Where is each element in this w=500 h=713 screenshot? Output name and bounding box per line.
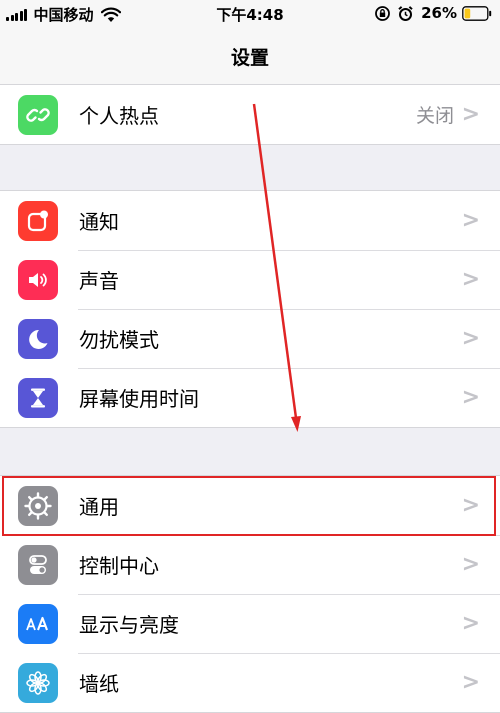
settings-row-display-brightness[interactable]: 显示与亮度 >: [0, 594, 500, 653]
settings-row-general[interactable]: 通用 >: [0, 476, 500, 535]
speaker-icon: [18, 259, 58, 300]
settings-row-personal-hotspot[interactable]: 个人热点 关闭 >: [0, 85, 500, 144]
chevron-right-icon: >: [461, 670, 480, 695]
chevron-right-icon: >: [461, 102, 480, 127]
chevron-right-icon: >: [461, 326, 480, 351]
chevron-right-icon: >: [461, 267, 480, 292]
settings-row-label: 通知: [79, 210, 119, 234]
settings-row-label: 墙纸: [79, 672, 119, 696]
settings-group-2: 通知 > 声音 > 勿扰模式 > 屏幕使用时间 >: [0, 190, 500, 428]
chevron-right-icon: >: [461, 208, 480, 233]
moon-icon: [18, 318, 58, 359]
hotspot-icon: [18, 94, 58, 135]
alarm-clock-icon: [398, 5, 413, 21]
settings-row-notifications[interactable]: 通知 >: [0, 191, 500, 250]
settings-row-label: 声音: [79, 269, 119, 293]
settings-row-label: 通用: [79, 495, 119, 519]
hourglass-icon: [18, 377, 58, 418]
settings-group-3: 通用 > 控制中心 > 显示与亮度 > 墙纸 >: [0, 475, 500, 713]
hotspot-status-value: 关闭: [415, 105, 454, 127]
text-size-icon: [18, 603, 58, 644]
chevron-right-icon: >: [461, 493, 480, 518]
settings-row-label: 控制中心: [79, 554, 159, 578]
settings-row-label: 屏幕使用时间: [79, 387, 199, 411]
settings-row-label: 勿扰模式: [79, 328, 159, 352]
chevron-right-icon: >: [461, 611, 480, 636]
page-title: 设置: [230, 46, 269, 69]
settings-row-do-not-disturb[interactable]: 勿扰模式 >: [0, 309, 500, 368]
gear-icon: [18, 485, 58, 526]
settings-row-sounds[interactable]: 声音 >: [0, 250, 500, 309]
chevron-right-icon: >: [461, 552, 480, 577]
flower-icon: [18, 662, 58, 703]
orientation-lock-icon: [375, 5, 390, 21]
toggles-icon: [18, 544, 58, 585]
settings-row-control-center[interactable]: 控制中心 >: [0, 535, 500, 594]
battery-icon: [462, 5, 492, 21]
settings-row-screen-time[interactable]: 屏幕使用时间 >: [0, 368, 500, 427]
chevron-right-icon: >: [461, 385, 480, 410]
settings-row-label: 显示与亮度: [79, 613, 179, 637]
settings-group-1: 个人热点 关闭 >: [0, 84, 500, 145]
battery-percent: 26%: [421, 4, 457, 22]
status-bar: 中国移动 下午4:48 26%: [0, 0, 500, 28]
settings-row-label: 个人热点: [79, 104, 159, 128]
navigation-bar: 设置: [0, 28, 500, 85]
notifications-icon: [18, 200, 58, 241]
settings-row-wallpaper[interactable]: 墙纸 >: [0, 653, 500, 712]
